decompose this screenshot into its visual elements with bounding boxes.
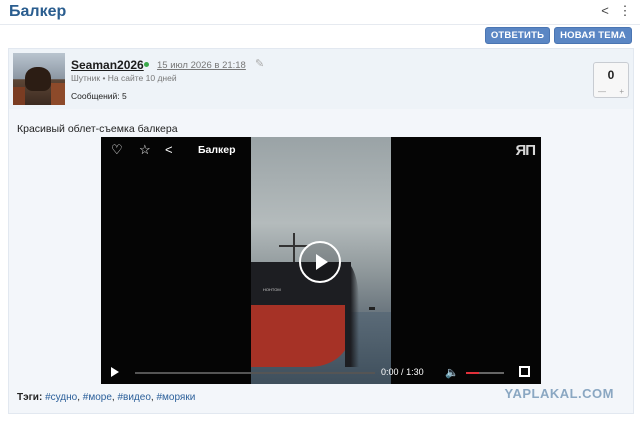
tag-link[interactable]: #видео (117, 392, 150, 403)
site-watermark: YAPLAKAL.COM (504, 386, 614, 401)
page-title: Балкер (9, 3, 67, 20)
rating-value: 0 (607, 68, 615, 82)
progress-bar[interactable] (135, 372, 375, 374)
time-separator: / (401, 367, 404, 377)
reply-button[interactable]: ОТВЕТИТЬ (484, 27, 551, 44)
rating-down-button[interactable]: — (598, 87, 606, 96)
star-icon[interactable]: ☆ (139, 143, 151, 157)
author-posts-count: Сообщений: 5 (71, 91, 127, 101)
avatar[interactable] (13, 53, 65, 105)
topic-header-bar: Балкер < ⋮ (0, 0, 640, 25)
play-button[interactable] (299, 241, 341, 283)
time-total: 1:30 (406, 367, 424, 377)
tag-link[interactable]: #море (83, 392, 112, 403)
post-tags: Тэги: #судно, #море, #видео, #моряки (17, 392, 196, 403)
video-watermark-logo: ЯП (515, 142, 536, 159)
video-player[interactable]: HOHTOM ♡ ☆ < Балкер ЯП 0:00 / 1:30 🔈 (101, 137, 541, 384)
post-text: Красивый облет-съемка балкера (17, 123, 178, 135)
tag-link[interactable]: #судно (45, 392, 77, 403)
author-name[interactable]: Seaman2026 (71, 58, 144, 72)
fullscreen-icon[interactable] (519, 366, 530, 377)
video-controls: 0:00 / 1:30 🔈 (101, 362, 541, 384)
pencil-icon[interactable]: ✎ (255, 57, 264, 70)
video-time: 0:00 / 1:30 (381, 367, 424, 377)
play-icon[interactable] (111, 367, 119, 377)
hull-text: HOHTOM (263, 287, 281, 292)
post-rating: 0 — + (593, 62, 629, 98)
post-header: Seaman2026 15 июл 2026 в 21:18 ✎ Шутник … (9, 49, 633, 109)
new-topic-button[interactable]: НОВАЯ ТЕМА (554, 27, 632, 44)
volume-level (466, 372, 480, 374)
online-status-icon (144, 62, 149, 67)
volume-icon[interactable]: 🔈 (445, 366, 459, 379)
post: Seaman2026 15 июл 2026 в 21:18 ✎ Шутник … (8, 48, 634, 414)
tag-link[interactable]: #моряки (156, 392, 195, 403)
heart-icon[interactable]: ♡ (111, 143, 123, 157)
topic-actions: ОТВЕТИТЬ НОВАЯ ТЕМА (484, 27, 632, 44)
author-meta: Шутник • На сайте 10 дней (71, 73, 177, 83)
more-vertical-icon[interactable]: ⋮ (617, 3, 633, 19)
tags-label: Тэги: (17, 392, 43, 403)
share-icon[interactable]: < (165, 143, 173, 157)
video-title: Балкер (198, 144, 236, 156)
rating-up-button[interactable]: + (619, 87, 624, 96)
time-current: 0:00 (381, 367, 399, 377)
share-icon[interactable]: < (597, 3, 613, 19)
post-date[interactable]: 15 июл 2026 в 21:18 (157, 60, 246, 71)
